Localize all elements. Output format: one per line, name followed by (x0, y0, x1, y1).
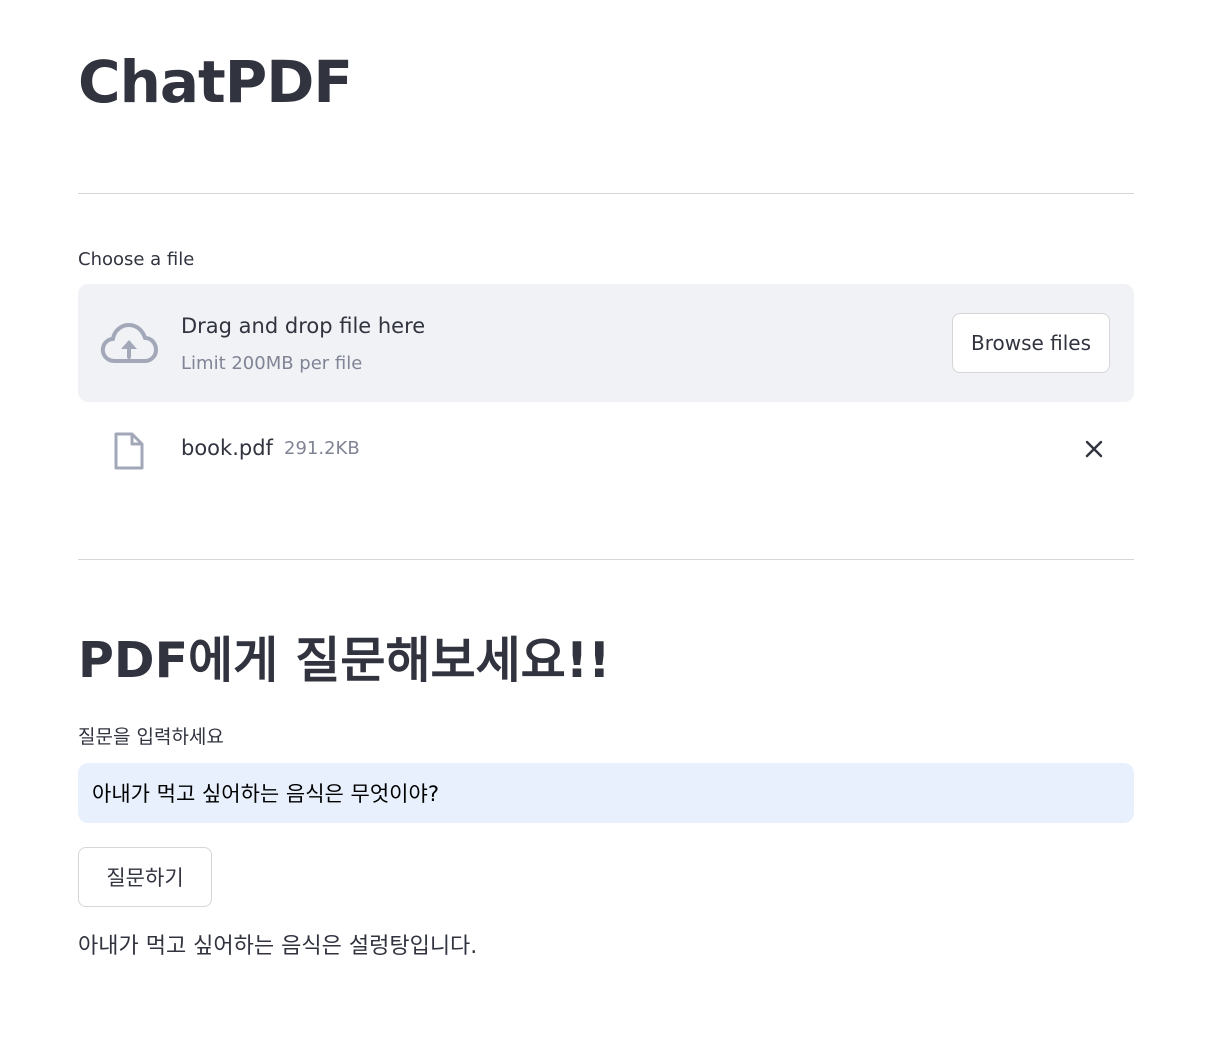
answer-text: 아내가 먹고 싶어하는 음식은 설렁탕입니다. (78, 934, 478, 959)
qa-section-title: PDF에게 질문해보세요!! (78, 632, 611, 689)
app-title: ChatPDF (78, 48, 353, 116)
close-icon (1084, 439, 1104, 462)
file-icon (112, 431, 146, 471)
dropzone-title: Drag and drop file here (181, 314, 426, 338)
dropzone-limit: Limit 200MB per file (181, 353, 363, 374)
ask-question-button[interactable]: 질문하기 (78, 847, 212, 907)
cloud-upload-icon (100, 321, 158, 365)
uploaded-file-name: book.pdf (181, 436, 273, 460)
uploaded-file-size: 291.2KB (284, 438, 360, 459)
question-input[interactable] (78, 763, 1134, 823)
divider (78, 559, 1134, 560)
remove-file-button[interactable] (1078, 434, 1110, 466)
file-dropzone[interactable]: Drag and drop file here Limit 200MB per … (78, 284, 1134, 402)
divider (78, 193, 1134, 194)
question-input-label: 질문을 입력하세요 (78, 726, 224, 748)
uploaded-file-row: book.pdf 291.2KB (78, 420, 1134, 480)
browse-files-button[interactable]: Browse files (952, 313, 1110, 373)
file-uploader-label: Choose a file (78, 249, 195, 270)
